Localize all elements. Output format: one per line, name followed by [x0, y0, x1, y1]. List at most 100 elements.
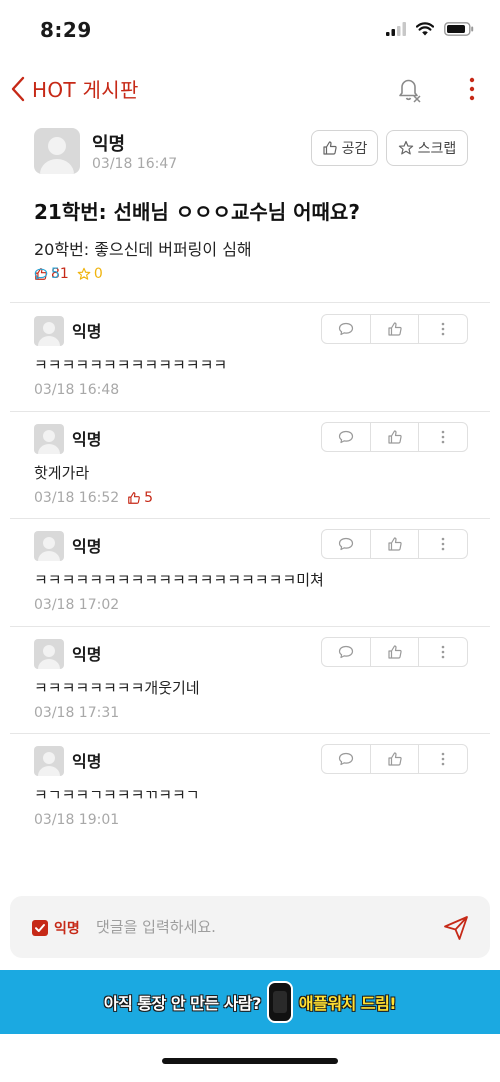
- comment-actions: [321, 529, 468, 559]
- status-icons: [386, 22, 474, 36]
- status-time: 8:29: [40, 18, 92, 42]
- comment-author: 익명: [72, 644, 102, 664]
- check-icon: [35, 924, 45, 932]
- comment-author: 익명: [72, 322, 102, 341]
- comment-author: 익명: [72, 429, 102, 449]
- avatar: [34, 128, 80, 174]
- more-vertical-icon: [441, 430, 445, 443]
- chevron-left-icon: [11, 76, 25, 101]
- like-comment-button[interactable]: [369, 422, 419, 451]
- post-stats: 81 5 0: [34, 266, 103, 282]
- reply-button[interactable]: [322, 745, 370, 773]
- comment-icon: [338, 752, 353, 766]
- thumbs-up-icon: [387, 752, 402, 766]
- board-title: HOT 게시판: [32, 78, 139, 102]
- like-comment-button[interactable]: [369, 530, 419, 558]
- comment-timestamp: 03/18 17:02: [34, 597, 120, 613]
- reply-button[interactable]: [322, 423, 370, 451]
- comment-actions: [321, 314, 468, 344]
- reply-button[interactable]: [322, 530, 370, 558]
- ad-text: 아직 통장 안 만든 사람?: [103, 994, 262, 1013]
- bell-off-icon: [399, 79, 421, 103]
- avatar: [34, 638, 64, 669]
- ad-highlight-text: 애플워치 드림!: [298, 994, 397, 1013]
- avatar: [34, 423, 64, 454]
- comment-more-button[interactable]: [418, 315, 467, 343]
- comment-text: ㅋㅋㅋㅋㅋㅋㅋㅋㅋㅋㅋㅋㅋㅋ: [34, 356, 228, 374]
- comment-timestamp: 03/18 19:01: [34, 812, 120, 828]
- scrap-post-button[interactable]: 스크랩: [386, 130, 468, 166]
- comment-author: 익명: [72, 752, 102, 771]
- post-author: 익명: [92, 134, 126, 155]
- comment-item: 익명: [0, 627, 500, 734]
- comment-actions: [321, 636, 468, 667]
- default-avatar-icon: [38, 322, 60, 346]
- comment-meta: 03/18 17:02: [34, 597, 119, 613]
- comment-like-count: 5: [127, 490, 153, 506]
- comment-icon: [34, 268, 48, 280]
- watch-icon: [266, 981, 293, 1023]
- thumbs-up-icon: [387, 537, 402, 551]
- comment-text: ㅋㅋㅋㅋㅋㅋㅋㅋ개웃기네: [34, 678, 200, 697]
- comment-count-value: 5: [51, 266, 60, 282]
- comment-timestamp: 03/18 16:52: [34, 489, 120, 506]
- comment-item: 익명: [0, 412, 500, 519]
- status-bar: 8:29: [0, 0, 500, 60]
- app-header: HOT 게시판: [0, 64, 500, 114]
- anonymous-label: 익명: [54, 921, 80, 937]
- comment-input-bar: 익명: [10, 896, 490, 958]
- avatar: [34, 746, 64, 776]
- more-vertical-icon: [441, 537, 445, 551]
- comment-item: 익명: [0, 304, 500, 411]
- comment-more-button[interactable]: [418, 745, 467, 773]
- star-icon: [398, 140, 413, 155]
- like-comment-button[interactable]: [369, 745, 419, 773]
- notification-toggle-button[interactable]: [394, 74, 424, 104]
- home-indicator: [162, 1058, 338, 1064]
- reply-button[interactable]: [322, 315, 370, 343]
- thumbs-up-icon: [323, 141, 337, 155]
- comment-actions: [321, 744, 468, 774]
- more-options-button[interactable]: [462, 74, 482, 104]
- comment-icon: [338, 537, 353, 551]
- comment-input[interactable]: [96, 914, 426, 940]
- thumbs-up-icon: [387, 322, 402, 336]
- comment-text: ㅋㄱㅋㅋㄱㅋㅋㅋㄲㅋㅋㄱ: [34, 786, 200, 804]
- send-icon: [444, 916, 468, 940]
- default-avatar-icon: [38, 752, 60, 776]
- like-button-label: 공감: [341, 141, 368, 157]
- comment-more-button[interactable]: [418, 422, 467, 451]
- checkbox: [32, 920, 48, 936]
- comment-timestamp: 03/18 16:48: [34, 382, 120, 398]
- thumbs-up-icon: [387, 429, 402, 444]
- avatar: [34, 531, 64, 561]
- thumbs-up-icon: [128, 491, 141, 504]
- comment-icon: [338, 430, 353, 443]
- post-timestamp: 03/18 16:47: [92, 156, 178, 172]
- comment-meta: 03/18 16:48: [34, 382, 119, 398]
- signal-icon: [386, 22, 406, 36]
- battery-icon: [444, 22, 474, 36]
- more-vertical-icon: [469, 77, 475, 101]
- anonymous-checkbox[interactable]: 익명: [32, 918, 80, 938]
- like-post-button[interactable]: 공감: [311, 130, 378, 166]
- back-button[interactable]: HOT 게시판: [10, 74, 139, 103]
- scrap-button-label: 스크랩: [417, 141, 457, 157]
- more-vertical-icon: [441, 645, 445, 658]
- comment-meta: 03/18 19:01: [34, 812, 119, 828]
- comment-more-button[interactable]: [418, 637, 467, 666]
- send-button[interactable]: [442, 914, 470, 942]
- comment-timestamp: 03/18 17:31: [34, 704, 120, 721]
- reply-button[interactable]: [322, 638, 370, 666]
- comment-icon: [338, 322, 353, 336]
- like-comment-button[interactable]: [369, 315, 419, 343]
- default-avatar-icon: [38, 644, 60, 669]
- comment-more-button[interactable]: [418, 530, 467, 558]
- like-comment-button[interactable]: [369, 637, 419, 666]
- ad-banner[interactable]: 아직 통장 안 만든 사람? 애플워치 드림!: [0, 970, 500, 1034]
- comment-like-value: 5: [144, 489, 154, 506]
- comment-icon: [338, 645, 353, 658]
- comment-author: 익명: [72, 537, 102, 556]
- comment-text: ㅋㅋㅋㅋㅋㅋㅋㅋㅋㅋㅋㅋㅋㅋㅋㅋㅋㅋㅋ미쳐: [34, 571, 324, 589]
- default-avatar-icon: [38, 537, 60, 561]
